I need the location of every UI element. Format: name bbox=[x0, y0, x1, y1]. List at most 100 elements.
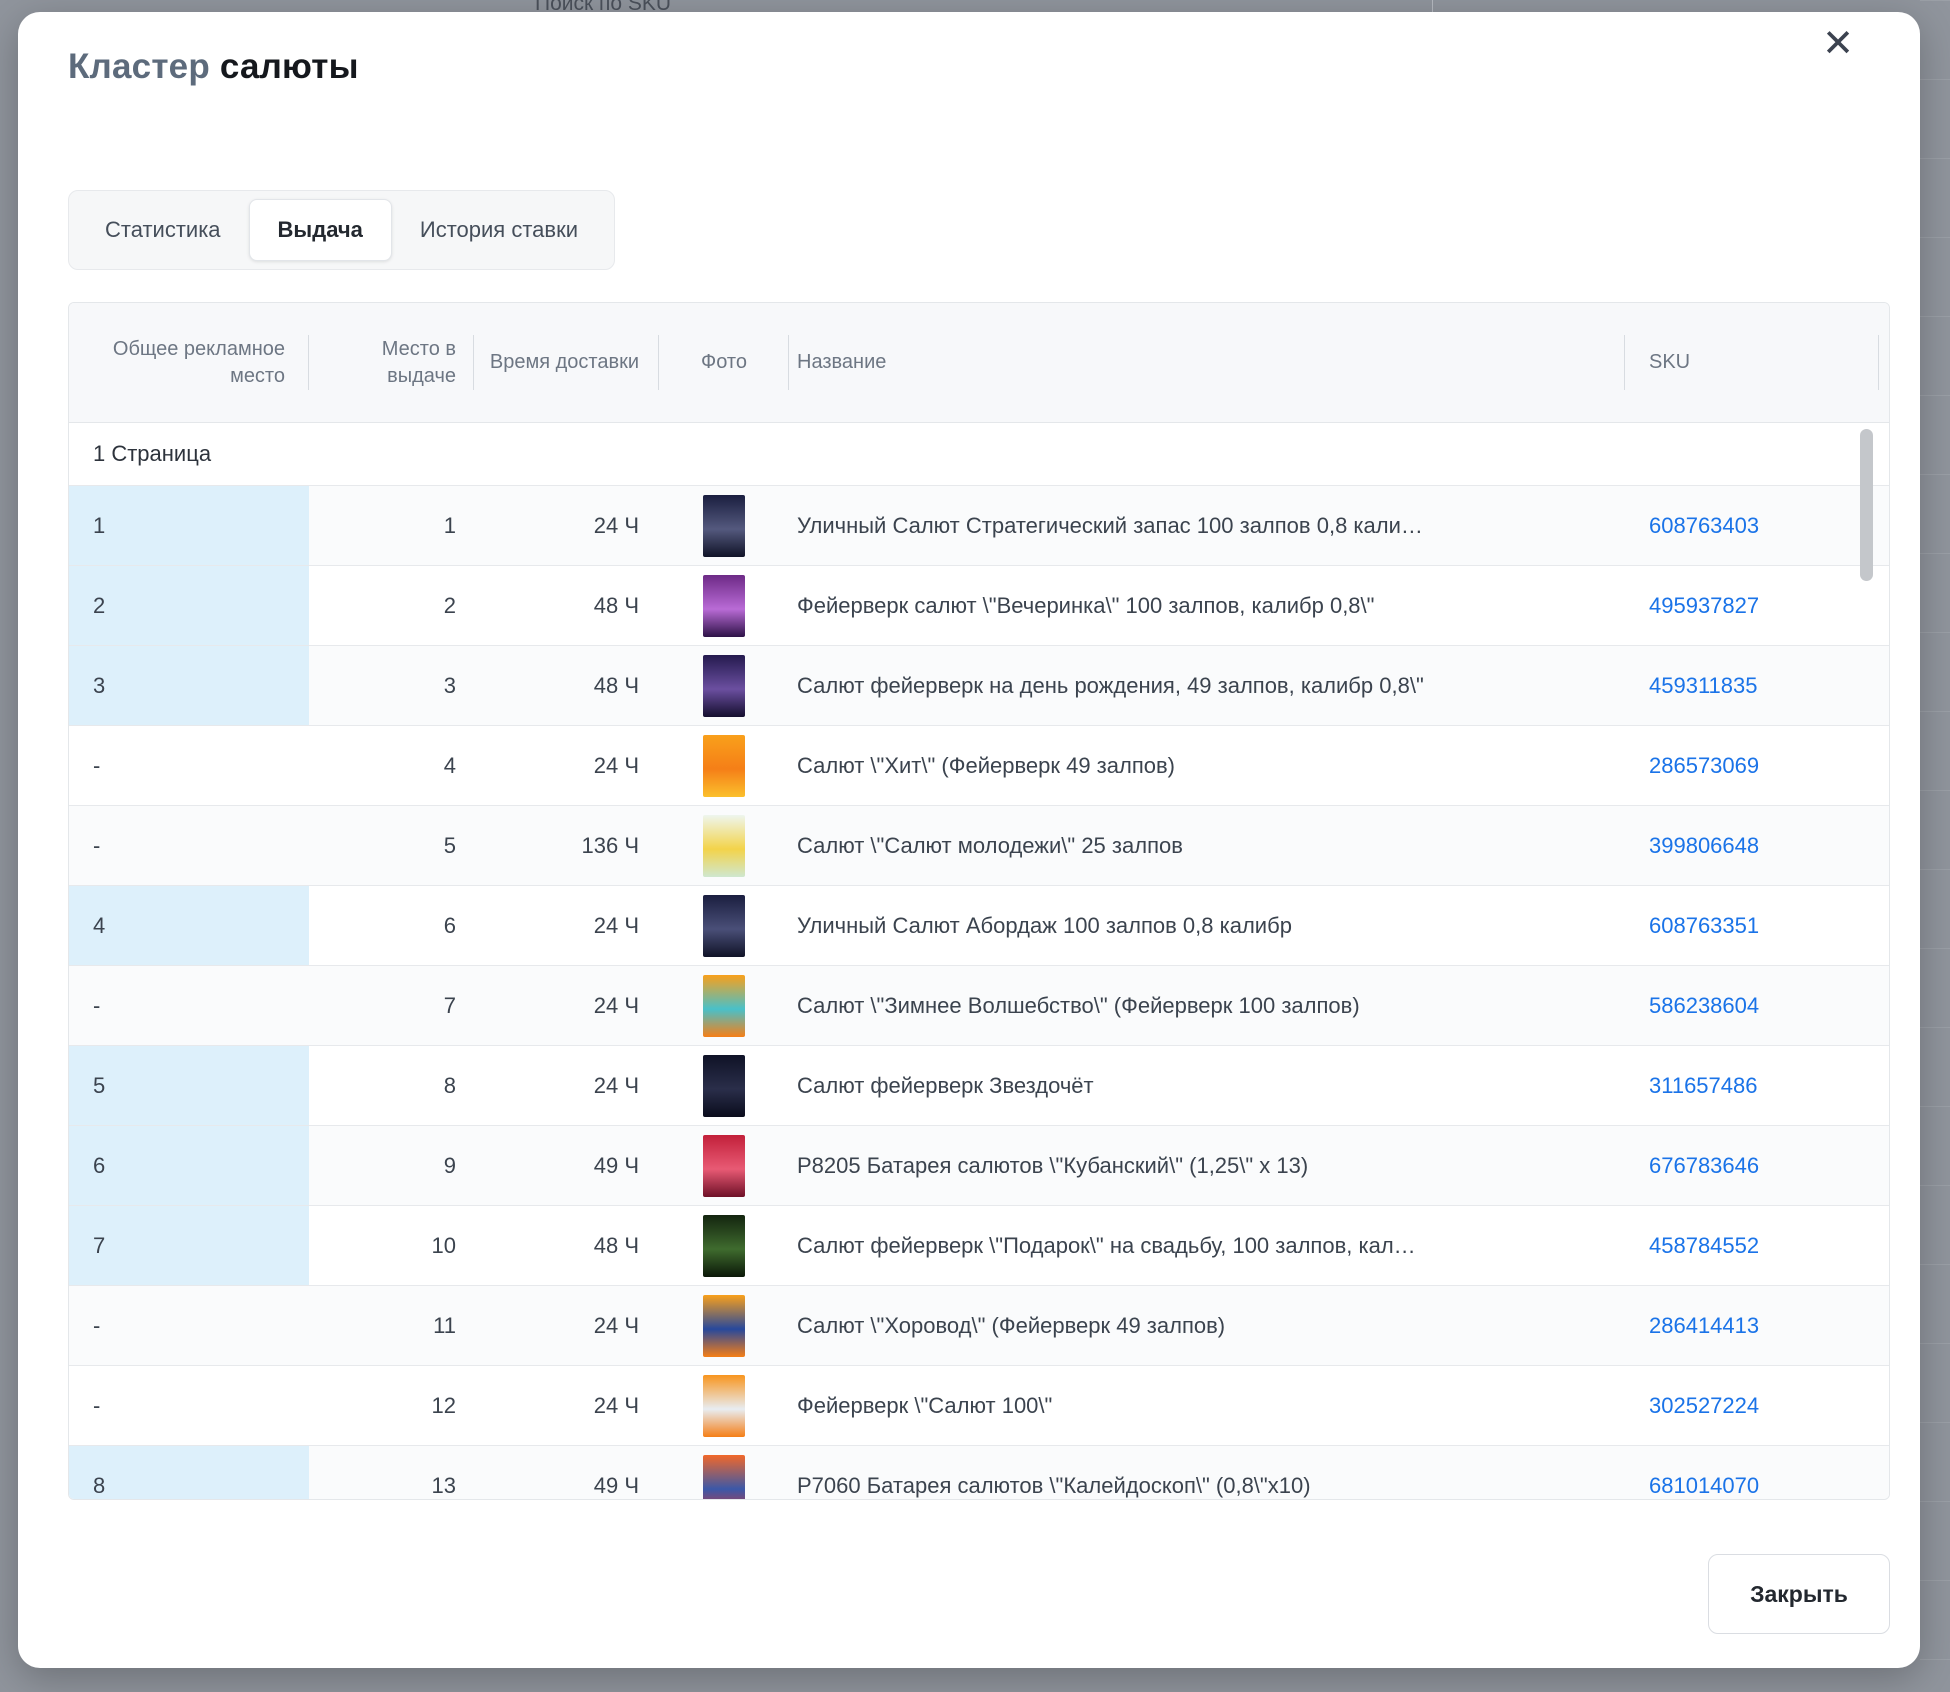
cell-delivery: 24 Ч bbox=[474, 886, 659, 965]
product-photo bbox=[703, 575, 745, 637]
tab-results[interactable]: Выдача bbox=[249, 199, 392, 261]
cell-name: Р7060 Батарея салютов \"Калейдоскоп\" (0… bbox=[789, 1446, 1624, 1499]
cell-ad-place: - bbox=[69, 726, 309, 805]
cell-photo bbox=[659, 1046, 789, 1125]
cell-name: Салют фейерверк \"Подарок\" на свадьбу, … bbox=[789, 1206, 1624, 1285]
cell-sku-link[interactable]: 399806648 bbox=[1649, 833, 1759, 859]
cell-photo bbox=[659, 486, 789, 565]
page-title: Кластер салюты bbox=[68, 46, 1890, 88]
cell-delivery: 24 Ч bbox=[474, 486, 659, 565]
modal-footer: Закрыть bbox=[68, 1554, 1890, 1634]
cell-ad-place: - bbox=[69, 1286, 309, 1365]
cell-photo bbox=[659, 806, 789, 885]
cell-ad-place: 5 bbox=[69, 1046, 309, 1125]
cell-sku: 458784552 bbox=[1624, 1206, 1889, 1285]
product-photo bbox=[703, 495, 745, 557]
cell-sku-link[interactable]: 311657486 bbox=[1649, 1073, 1758, 1099]
table-header: Общее рекламное место Место в выдаче Вре… bbox=[69, 303, 1889, 423]
cell-name: Фейерверк салют \"Вечеринка\" 100 залпов… bbox=[789, 566, 1624, 645]
table-row: 5 8 24 Ч Салют фейерверк Звездочёт 31165… bbox=[69, 1046, 1889, 1126]
cell-sku: 399806648 bbox=[1624, 806, 1889, 885]
modal-header: Кластер салюты ✕ bbox=[68, 12, 1890, 88]
cell-sku-link[interactable]: 681014070 bbox=[1649, 1473, 1759, 1499]
cell-sku-link[interactable]: 302527224 bbox=[1649, 1393, 1759, 1419]
cell-name: Р8205 Батарея салютов \"Кубанский\" (1,2… bbox=[789, 1126, 1624, 1205]
header-ad-place: Общее рекламное место bbox=[69, 303, 309, 422]
header-position: Место в выдаче bbox=[309, 303, 474, 422]
cell-ad-place: 3 bbox=[69, 646, 309, 725]
cell-ad-place: 4 bbox=[69, 886, 309, 965]
cell-ad-place: 7 bbox=[69, 1206, 309, 1285]
cell-ad-place: 2 bbox=[69, 566, 309, 645]
table-row: 7 10 48 Ч Салют фейерверк \"Подарок\" на… bbox=[69, 1206, 1889, 1286]
product-photo bbox=[703, 1455, 745, 1500]
cell-sku: 586238604 bbox=[1624, 966, 1889, 1045]
cell-delivery: 48 Ч bbox=[474, 646, 659, 725]
cell-sku-link[interactable]: 459311835 bbox=[1649, 673, 1758, 699]
product-photo bbox=[703, 655, 745, 717]
cell-photo bbox=[659, 1286, 789, 1365]
product-photo bbox=[703, 1215, 745, 1277]
cell-sku: 459311835 bbox=[1624, 646, 1889, 725]
cell-sku: 608763351 bbox=[1624, 886, 1889, 965]
table-row: 8 13 49 Ч Р7060 Батарея салютов \"Калейд… bbox=[69, 1446, 1889, 1499]
table-row: 4 6 24 Ч Уличный Салют Абордаж 100 залпо… bbox=[69, 886, 1889, 966]
cell-name: Салют \"Хит\" (Фейерверк 49 залпов) bbox=[789, 726, 1624, 805]
product-photo bbox=[703, 1375, 745, 1437]
cell-position: 5 bbox=[309, 806, 474, 885]
cell-sku: 311657486 bbox=[1624, 1046, 1889, 1125]
background-table-lines bbox=[1920, 0, 1950, 1692]
cell-position: 11 bbox=[309, 1286, 474, 1365]
cell-position: 12 bbox=[309, 1366, 474, 1445]
cell-position: 13 bbox=[309, 1446, 474, 1499]
cell-sku: 608763403 bbox=[1624, 486, 1889, 565]
cell-name: Уличный Салют Стратегический запас 100 з… bbox=[789, 486, 1624, 565]
table-body-rows: 1 1 24 Ч Уличный Салют Стратегический за… bbox=[69, 486, 1889, 1499]
cell-photo bbox=[659, 1366, 789, 1445]
cell-position: 2 bbox=[309, 566, 474, 645]
close-icon[interactable]: ✕ bbox=[1814, 20, 1862, 68]
cell-sku: 681014070 bbox=[1624, 1446, 1889, 1499]
cell-photo bbox=[659, 1446, 789, 1499]
cell-sku-link[interactable]: 286573069 bbox=[1649, 753, 1759, 779]
cell-sku-link[interactable]: 676783646 bbox=[1649, 1153, 1759, 1179]
table-scrollbar[interactable] bbox=[1860, 429, 1873, 581]
title-cluster-name: салюты bbox=[220, 47, 359, 86]
cell-delivery: 24 Ч bbox=[474, 1286, 659, 1365]
tab-bid-history[interactable]: История ставки bbox=[392, 199, 606, 261]
table-row: 2 2 48 Ч Фейерверк салют \"Вечеринка\" 1… bbox=[69, 566, 1889, 646]
cell-sku-link[interactable]: 608763351 bbox=[1649, 913, 1759, 939]
cell-delivery: 48 Ч bbox=[474, 1206, 659, 1285]
cell-position: 7 bbox=[309, 966, 474, 1045]
cell-delivery: 24 Ч bbox=[474, 966, 659, 1045]
cell-sku-link[interactable]: 608763403 bbox=[1649, 513, 1759, 539]
cell-sku: 495937827 bbox=[1624, 566, 1889, 645]
close-button[interactable]: Закрыть bbox=[1708, 1554, 1890, 1634]
cell-ad-place: - bbox=[69, 806, 309, 885]
cell-sku-link[interactable]: 495937827 bbox=[1649, 593, 1759, 619]
cell-name: Салют фейерверк на день рождения, 49 зал… bbox=[789, 646, 1624, 725]
cell-sku-link[interactable]: 286414413 bbox=[1649, 1313, 1759, 1339]
cell-sku-link[interactable]: 586238604 bbox=[1649, 993, 1759, 1019]
cell-name: Фейерверк \"Салют 100\" bbox=[789, 1366, 1624, 1445]
cell-sku: 286573069 bbox=[1624, 726, 1889, 805]
cell-position: 6 bbox=[309, 886, 474, 965]
cell-photo bbox=[659, 886, 789, 965]
cell-sku: 286414413 bbox=[1624, 1286, 1889, 1365]
cell-delivery: 24 Ч bbox=[474, 1046, 659, 1125]
table-row: 1 1 24 Ч Уличный Салют Стратегический за… bbox=[69, 486, 1889, 566]
cell-photo bbox=[659, 566, 789, 645]
product-photo bbox=[703, 735, 745, 797]
cell-position: 1 bbox=[309, 486, 474, 565]
table-row: - 5 136 Ч Салют \"Салют молодежи\" 25 за… bbox=[69, 806, 1889, 886]
product-photo bbox=[703, 815, 745, 877]
cell-delivery: 136 Ч bbox=[474, 806, 659, 885]
product-photo bbox=[703, 1295, 745, 1357]
cell-ad-place: 8 bbox=[69, 1446, 309, 1499]
cell-ad-place: - bbox=[69, 966, 309, 1045]
tab-statistics[interactable]: Статистика bbox=[77, 199, 249, 261]
cell-name: Салют \"Зимнее Волшебство\" (Фейерверк 1… bbox=[789, 966, 1624, 1045]
cell-ad-place: - bbox=[69, 1366, 309, 1445]
cell-sku-link[interactable]: 458784552 bbox=[1649, 1233, 1759, 1259]
cell-sku: 676783646 bbox=[1624, 1126, 1889, 1205]
